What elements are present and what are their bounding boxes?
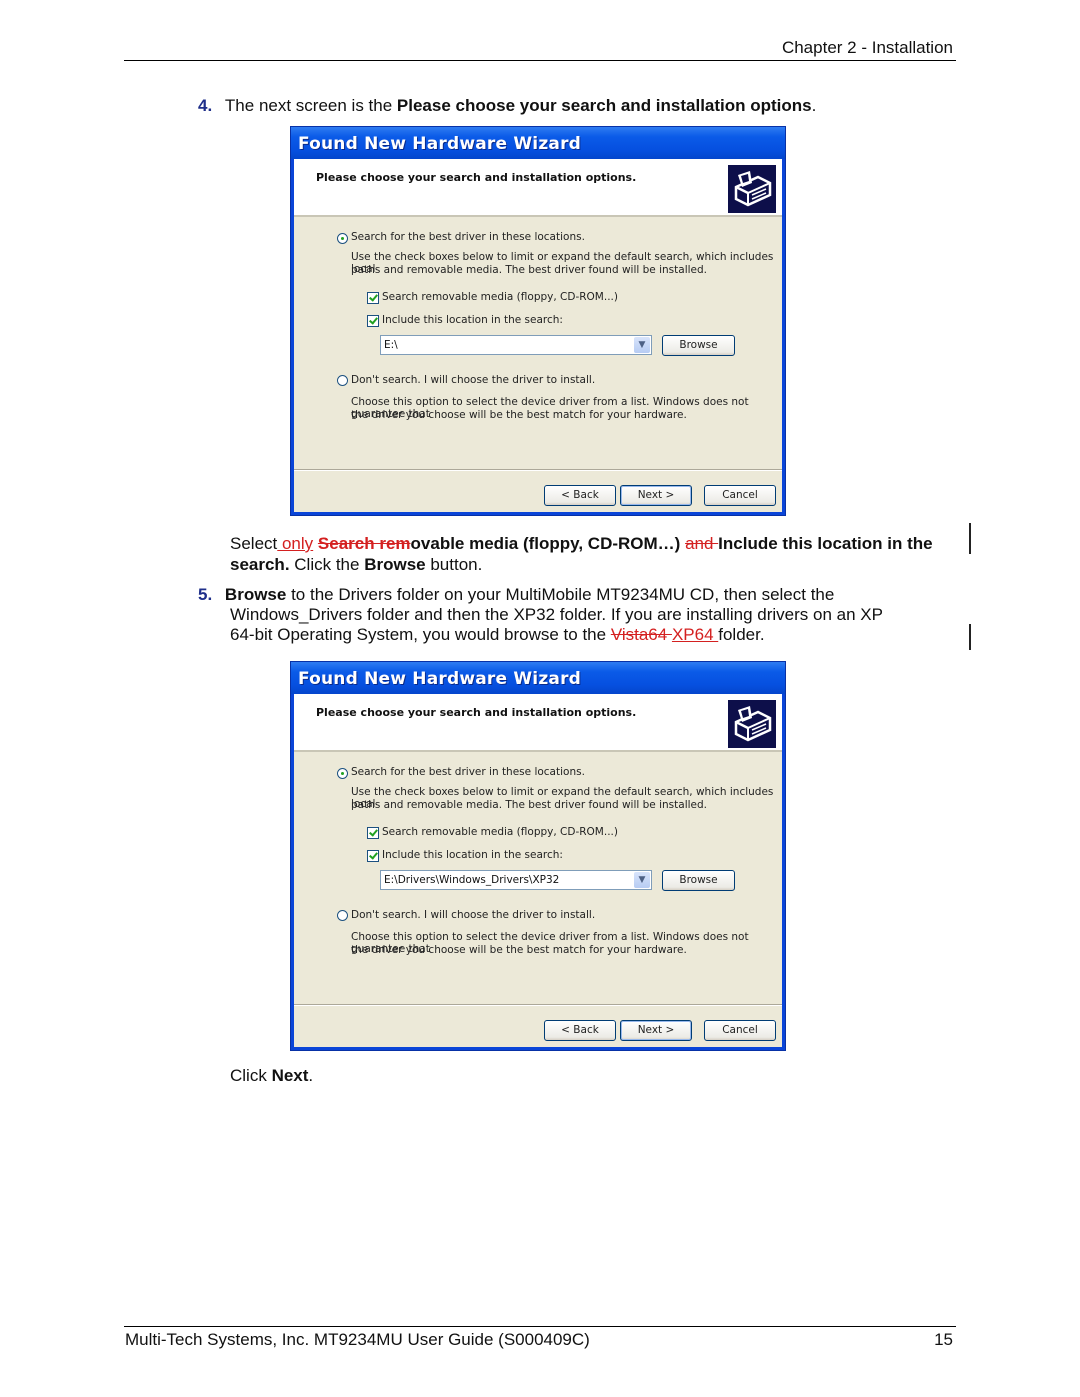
include-location-label[interactable]: Include this location in the search: bbox=[382, 314, 563, 326]
option-name: ovable media (floppy, CD-ROM…) bbox=[410, 534, 681, 553]
dont-search-radio[interactable] bbox=[337, 910, 348, 921]
next-button[interactable]: Next > bbox=[620, 485, 692, 506]
title-bar[interactable]: Found New Hardware Wizard bbox=[291, 127, 785, 159]
step-text-end: . bbox=[811, 96, 817, 115]
wizard-dialog-2: Found New Hardware Wizard Please choose … bbox=[290, 661, 786, 1051]
footer-rule bbox=[124, 1326, 956, 1327]
chevron-down-icon[interactable]: ▼ bbox=[634, 337, 650, 353]
step-5-line-3: 64-bit Operating System, you would brows… bbox=[230, 625, 765, 646]
option-description: paths and removable media. The best driv… bbox=[351, 264, 707, 276]
include-location-label[interactable]: Include this location in the search: bbox=[382, 849, 563, 861]
location-value: E:\ bbox=[384, 339, 398, 351]
location-combobox[interactable]: E:\Drivers\Windows_Drivers\XP32 ▼ bbox=[380, 870, 652, 890]
search-best-driver-label[interactable]: Search for the best driver in these loca… bbox=[351, 231, 585, 243]
text: . bbox=[308, 1066, 314, 1085]
text: folder. bbox=[718, 625, 765, 644]
action-name: Browse bbox=[224, 585, 287, 604]
select-instruction: Select only Search removable media (flop… bbox=[230, 534, 950, 575]
text: Click bbox=[230, 1066, 272, 1085]
revision-delete: and bbox=[685, 534, 719, 553]
button-name: Browse bbox=[364, 554, 426, 574]
button-name: Next bbox=[271, 1066, 309, 1085]
include-location-checkbox[interactable] bbox=[367, 850, 379, 862]
dialog-heading: Please choose your search and installati… bbox=[316, 706, 637, 719]
button-separator bbox=[294, 1004, 782, 1006]
browse-button[interactable]: Browse bbox=[662, 335, 735, 356]
revision-delete: Search rem bbox=[317, 534, 411, 553]
step-text: The next screen is the bbox=[224, 96, 397, 115]
dialog-header: Please choose your search and installati… bbox=[294, 159, 782, 217]
dialog-heading: Please choose your search and installati… bbox=[316, 171, 637, 184]
text: button. bbox=[425, 554, 483, 574]
text: to the Drivers folder on your MultiMobil… bbox=[286, 585, 835, 604]
revision-insert: XP64 bbox=[671, 625, 719, 644]
chevron-down-icon[interactable]: ▼ bbox=[634, 872, 650, 888]
search-removable-media-label[interactable]: Search removable media (floppy, CD-ROM..… bbox=[382, 826, 618, 838]
header-rule bbox=[124, 60, 956, 61]
step-4: 4. The next screen is the Please choose … bbox=[198, 96, 816, 117]
option-description: the driver you choose will be the best m… bbox=[351, 944, 687, 956]
revision-delete: Vista64 bbox=[610, 625, 672, 644]
hardware-icon bbox=[728, 165, 776, 213]
page-number: 15 bbox=[934, 1330, 953, 1349]
text: 64-bit Operating System, you would brows… bbox=[230, 625, 611, 644]
text: Select bbox=[230, 534, 278, 553]
search-best-driver-label[interactable]: Search for the best driver in these loca… bbox=[351, 766, 585, 778]
click-next-instruction: Click Next. bbox=[230, 1066, 313, 1087]
cancel-button[interactable]: Cancel bbox=[704, 1020, 776, 1041]
change-bar bbox=[969, 523, 971, 554]
hardware-icon bbox=[728, 700, 776, 748]
search-best-driver-radio[interactable] bbox=[337, 768, 348, 779]
footer-title: Multi-Tech Systems, Inc. MT9234MU User G… bbox=[125, 1330, 590, 1349]
dialog-body: Please choose your search and installati… bbox=[294, 159, 782, 512]
dont-search-radio[interactable] bbox=[337, 375, 348, 386]
option-description: paths and removable media. The best driv… bbox=[351, 799, 707, 811]
back-button[interactable]: < Back bbox=[544, 485, 616, 506]
step-5: 5. Browse to the Drivers folder on your … bbox=[198, 585, 958, 606]
location-value: E:\Drivers\Windows_Drivers\XP32 bbox=[384, 874, 560, 886]
text: Click the bbox=[289, 554, 365, 574]
cancel-button[interactable]: Cancel bbox=[704, 485, 776, 506]
step-text-bold: Please choose your search and installati… bbox=[396, 96, 812, 115]
next-button[interactable]: Next > bbox=[620, 1020, 692, 1041]
step-number: 4. bbox=[198, 96, 213, 115]
step-5-line-2: Windows_Drivers folder and then the XP32… bbox=[230, 605, 883, 624]
search-best-driver-radio[interactable] bbox=[337, 233, 348, 244]
step-number: 5. bbox=[198, 585, 213, 604]
dialog-title: Found New Hardware Wizard bbox=[298, 134, 582, 154]
dialog-header: Please choose your search and installati… bbox=[294, 694, 782, 752]
dialog-body: Please choose your search and installati… bbox=[294, 694, 782, 1047]
browse-button[interactable]: Browse bbox=[662, 870, 735, 891]
back-button[interactable]: < Back bbox=[544, 1020, 616, 1041]
dont-search-label[interactable]: Don't search. I will choose the driver t… bbox=[351, 374, 595, 386]
dialog-title: Found New Hardware Wizard bbox=[298, 669, 582, 689]
search-removable-media-checkbox[interactable] bbox=[367, 292, 379, 304]
location-combobox[interactable]: E:\ ▼ bbox=[380, 335, 652, 355]
dont-search-label[interactable]: Don't search. I will choose the driver t… bbox=[351, 909, 595, 921]
title-bar[interactable]: Found New Hardware Wizard bbox=[291, 662, 785, 694]
chapter-header: Chapter 2 - Installation bbox=[781, 38, 953, 57]
include-location-checkbox[interactable] bbox=[367, 315, 379, 327]
search-removable-media-checkbox[interactable] bbox=[367, 827, 379, 839]
revision-insert: only bbox=[277, 534, 314, 553]
search-removable-media-label[interactable]: Search removable media (floppy, CD-ROM..… bbox=[382, 291, 618, 303]
wizard-dialog-1: Found New Hardware Wizard Please choose … bbox=[290, 126, 786, 516]
button-separator bbox=[294, 469, 782, 471]
change-bar bbox=[969, 624, 971, 650]
option-description: the driver you choose will be the best m… bbox=[351, 409, 687, 421]
